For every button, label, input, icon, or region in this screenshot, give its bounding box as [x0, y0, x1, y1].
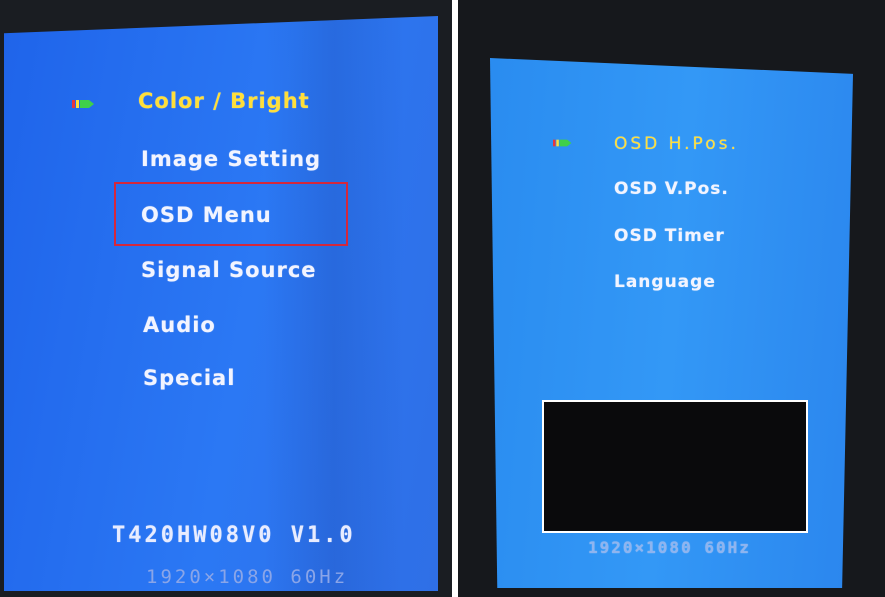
resolution-label: 1920×1080 60Hz: [588, 538, 751, 557]
menu-item-osd-timer[interactable]: OSD Timer: [614, 226, 725, 246]
menu-item-osd-h-pos[interactable]: OSD H.Pos.: [614, 134, 739, 154]
menu-item-audio[interactable]: Audio: [143, 313, 216, 337]
arrow-cursor-icon: [553, 139, 572, 147]
resolution-label: 1920×1080 60Hz: [146, 566, 349, 588]
left-osd-photo: Color / Bright Image Setting OSD Menu Si…: [0, 0, 452, 597]
menu-item-osd-menu[interactable]: OSD Menu: [141, 203, 272, 227]
arrow-cursor-icon: [72, 100, 94, 108]
menu-item-image-setting[interactable]: Image Setting: [141, 147, 321, 171]
menu-item-language[interactable]: Language: [614, 272, 716, 292]
left-osd-screen: Color / Bright Image Setting OSD Menu Si…: [4, 16, 438, 591]
right-osd-screen: OSD H.Pos. OSD V.Pos. OSD Timer Language…: [490, 58, 853, 588]
menu-item-color-bright[interactable]: Color / Bright: [138, 89, 310, 113]
osd-preview-box: [542, 400, 808, 533]
menu-item-osd-v-pos[interactable]: OSD V.Pos.: [614, 179, 729, 199]
model-version-label: T420HW08V0 V1.0: [112, 523, 356, 548]
menu-item-special[interactable]: Special: [143, 366, 235, 390]
right-osd-photo: OSD H.Pos. OSD V.Pos. OSD Timer Language…: [458, 0, 885, 597]
menu-item-signal-source[interactable]: Signal Source: [141, 258, 317, 282]
